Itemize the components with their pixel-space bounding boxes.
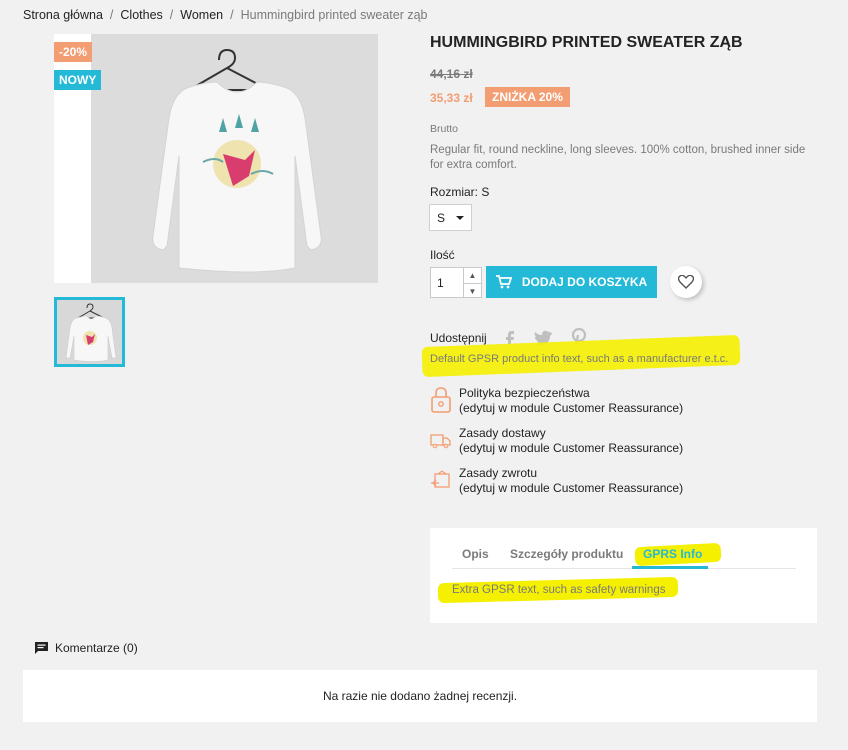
- comments-heading: Komentarze (0): [34, 641, 138, 655]
- reassurance-title: Zasady zwrotu: [459, 466, 538, 480]
- lock-icon: [431, 387, 451, 413]
- breadcrumb-current: Hummingbird printed sweater ząb: [240, 8, 428, 22]
- new-badge: NOWY: [54, 70, 102, 90]
- reassurance-title: Zasady dostawy: [459, 426, 546, 440]
- reassurance-subtitle: (edytuj w module Customer Reassurance): [459, 481, 684, 495]
- breadcrumb-separator: /: [230, 8, 234, 22]
- chevron-up-icon[interactable]: ▲: [464, 268, 481, 283]
- product-tabs-card: Opis Szczegóły produktu GPRS Info Extra …: [430, 528, 817, 623]
- current-price: 35,33 zł: [430, 91, 473, 105]
- size-select[interactable]: S: [429, 204, 472, 231]
- truck-icon: [430, 434, 451, 449]
- reviews-empty-card: Na razie nie dodano żadnej recenzji.: [23, 670, 817, 722]
- breadcrumb-separator: /: [169, 8, 174, 22]
- gpsr-info-text: Default GPSR product info text, such as …: [430, 353, 729, 365]
- tab-product-details[interactable]: Szczegóły produktu: [510, 547, 623, 561]
- quantity-stepper: ▲ ▼: [463, 267, 482, 298]
- return-icon: [431, 470, 450, 488]
- chevron-down-icon[interactable]: ▼: [464, 283, 481, 298]
- discount-badge: -20%: [54, 42, 93, 62]
- heart-icon: [678, 275, 694, 289]
- no-reviews-text: Na razie nie dodano żadnej recenzji.: [322, 689, 518, 703]
- product-main-image[interactable]: [54, 34, 378, 283]
- product-title: Hummingbird printed sweater ząb: [430, 34, 743, 51]
- old-price: 44,16 zł: [430, 67, 473, 81]
- share-label: Udostępnij: [430, 331, 487, 345]
- reassurance-subtitle: (edytuj w module Customer Reassurance): [459, 441, 684, 455]
- tabs-divider: [452, 568, 796, 569]
- add-to-cart-label: Dodaj do koszyka: [521, 275, 648, 289]
- breadcrumb-home-link[interactable]: Strona główna: [23, 8, 103, 22]
- breadcrumb: Strona główna / Clothes / Women / Hummin…: [23, 8, 428, 22]
- product-thumbnail[interactable]: [54, 297, 125, 367]
- tab-gprs-info[interactable]: GPRS Info: [643, 547, 702, 561]
- tab-content-text: Extra GPSR text, such as safety warnings: [452, 584, 666, 596]
- reassurance-subtitle: (edytuj w module Customer Reassurance): [459, 401, 684, 415]
- discount-label: ZNIŻKA 20%: [485, 87, 570, 107]
- breadcrumb-women-link[interactable]: Women: [180, 8, 223, 22]
- breadcrumb-clothes-link[interactable]: Clothes: [120, 8, 162, 22]
- comments-title: Komentarze (0): [55, 641, 138, 655]
- add-to-cart-button[interactable]: Dodaj do koszyka: [486, 266, 657, 298]
- quantity-label: Ilość: [430, 248, 455, 262]
- product-photo: [91, 34, 378, 283]
- tab-description[interactable]: Opis: [462, 547, 489, 561]
- size-label: Rozmiar: S: [430, 185, 490, 199]
- quantity-value: 1: [437, 275, 444, 290]
- wishlist-button[interactable]: [670, 266, 702, 298]
- active-tab-indicator: [632, 566, 708, 569]
- product-description: Regular fit, round neckline, long sleeve…: [430, 144, 806, 171]
- breadcrumb-separator: /: [109, 8, 114, 22]
- quantity-input[interactable]: 1: [430, 267, 464, 298]
- size-select-value: S: [437, 210, 446, 225]
- reassurance-title: Polityka bezpieczeństwa: [459, 386, 590, 400]
- cart-icon: [495, 275, 512, 289]
- comment-icon: [35, 642, 48, 654]
- tax-label: Brutto: [430, 123, 459, 135]
- caret-down-icon: [456, 215, 465, 220]
